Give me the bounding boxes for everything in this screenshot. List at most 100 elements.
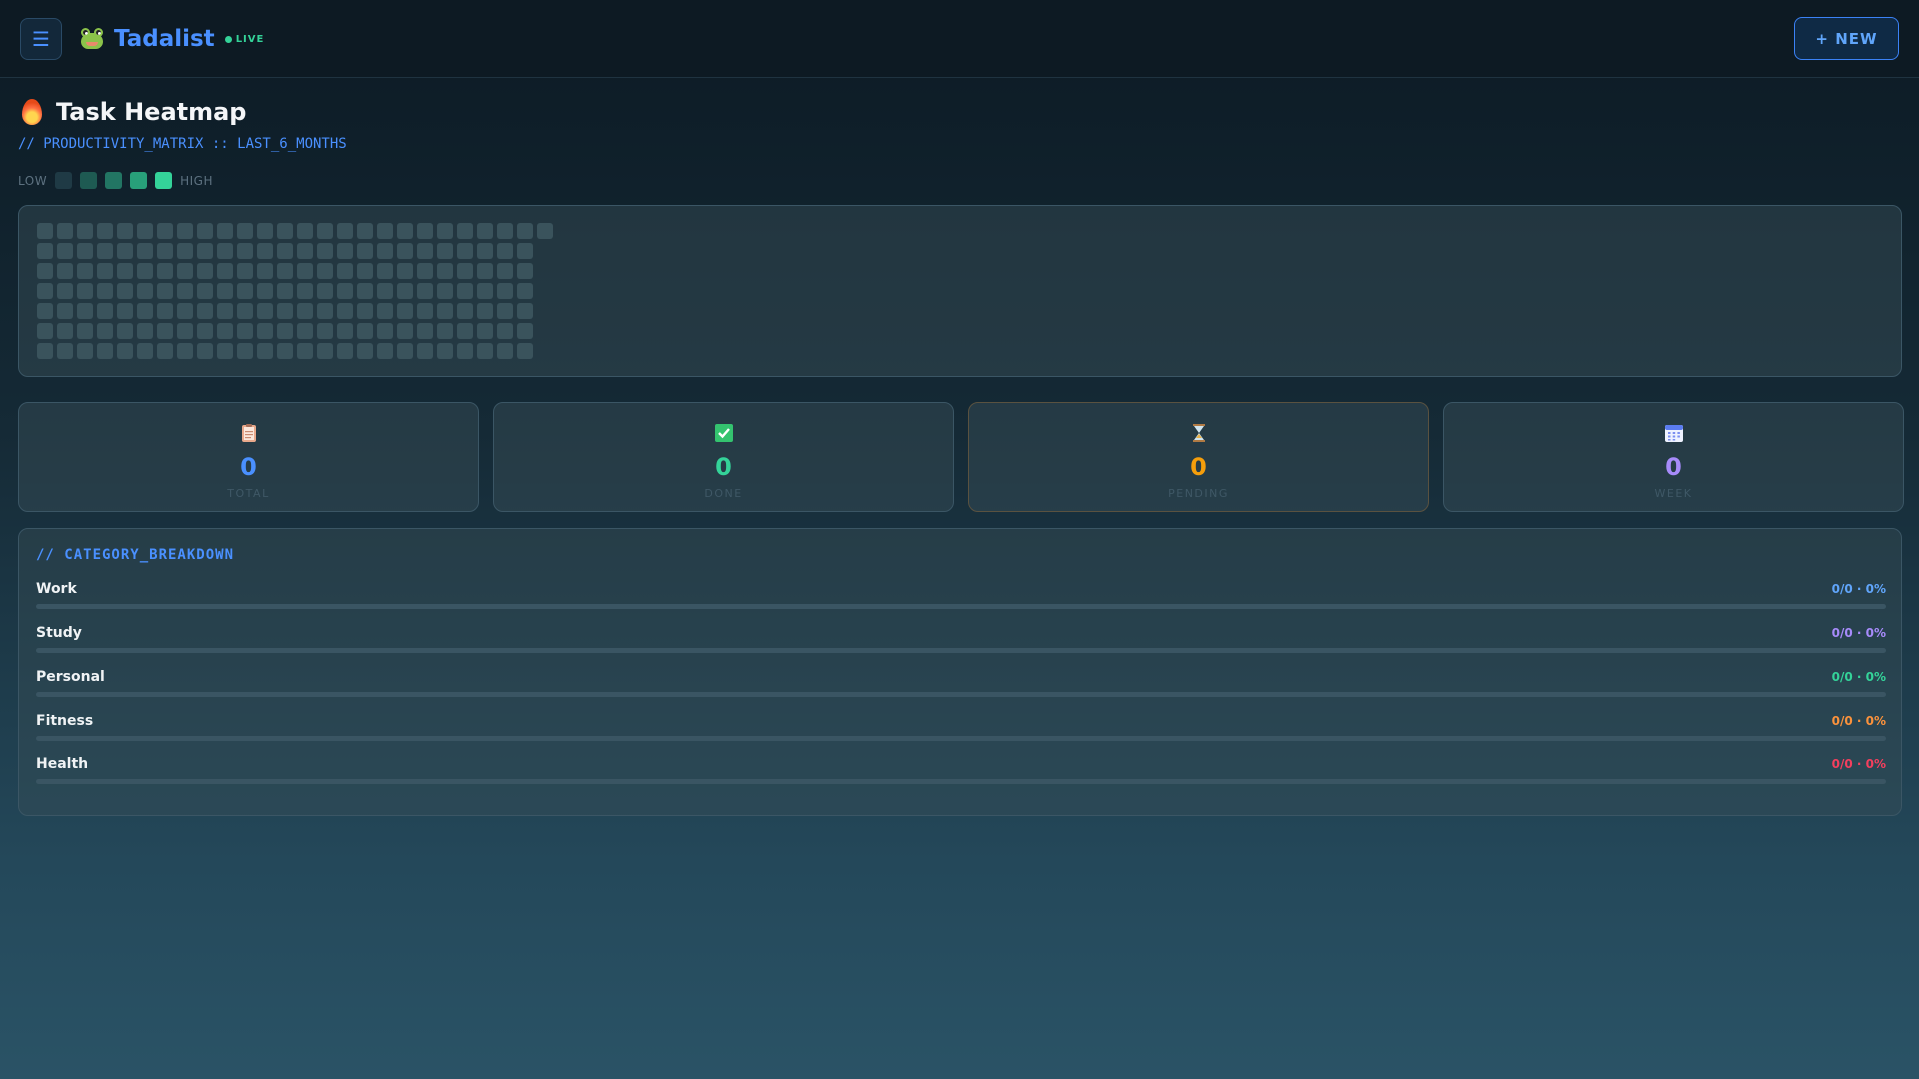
category-row-study: Study 0/0 · 0% — [36, 625, 1886, 665]
heatmap-cell — [257, 323, 273, 339]
heatmap-cell — [417, 263, 433, 279]
brand[interactable]: Tadalist LIVE — [80, 22, 264, 56]
legend-swatch — [105, 172, 123, 189]
heatmap-cell — [477, 263, 493, 279]
heatmap-cell — [97, 283, 113, 299]
heatmap-cell — [197, 343, 213, 359]
heatmap-cell — [437, 323, 453, 339]
heatmap-cell — [157, 303, 173, 319]
brand-name: Tadalist — [114, 26, 215, 52]
legend-low-label: LOW — [18, 173, 48, 188]
heatmap-cell — [457, 223, 473, 239]
heatmap-cell — [37, 323, 53, 339]
heatmap-cell — [197, 243, 213, 259]
category-stat: 0/0 · 0% — [1831, 714, 1886, 728]
heatmap-cell — [77, 343, 93, 359]
category-breakdown-panel: // CATEGORY_BREAKDOWN Work 0/0 · 0% Stud… — [18, 528, 1902, 816]
heatmap-cell — [437, 343, 453, 359]
heatmap-cell — [257, 243, 273, 259]
heatmap-cell — [257, 263, 273, 279]
heatmap-cell — [217, 263, 233, 279]
heatmap-cell — [417, 323, 433, 339]
heatmap-cell — [477, 243, 493, 259]
stat-value-done: 0 — [715, 453, 732, 481]
heatmap-cell — [497, 263, 513, 279]
legend-swatch — [55, 172, 73, 189]
heatmap-cell — [377, 223, 393, 239]
stat-label-week: WEEK — [1654, 487, 1693, 500]
heatmap-cell — [297, 223, 313, 239]
heatmap-cell — [317, 223, 333, 239]
heatmap-cell — [497, 303, 513, 319]
category-stat: 0/0 · 0% — [1831, 757, 1886, 771]
heatmap-cell — [237, 283, 253, 299]
heatmap-cell — [237, 263, 253, 279]
page-title: Task Heatmap — [22, 98, 247, 126]
heatmap-cell — [357, 243, 373, 259]
heatmap-cell — [497, 323, 513, 339]
heatmap-cell — [97, 243, 113, 259]
heatmap-cell — [517, 283, 533, 299]
heatmap-cell — [197, 323, 213, 339]
stat-label-total: TOTAL — [227, 487, 270, 500]
heatmap-cell — [177, 263, 193, 279]
legend-swatch — [80, 172, 98, 189]
category-row-health: Health 0/0 · 0% — [36, 756, 1886, 796]
live-badge: LIVE — [224, 34, 265, 45]
heatmap-legend: LOW HIGH — [18, 172, 213, 189]
heatmap-cell — [397, 303, 413, 319]
category-stat: 0/0 · 0% — [1831, 626, 1886, 640]
heatmap-cell — [217, 323, 233, 339]
heatmap-cell — [297, 303, 313, 319]
hamburger-icon: ☰ — [32, 27, 50, 51]
frog-logo-icon — [80, 28, 104, 50]
category-progress-track — [36, 604, 1886, 609]
heatmap-cell — [357, 263, 373, 279]
heatmap-cell — [457, 283, 473, 299]
heatmap-cell — [37, 263, 53, 279]
heatmap-cell — [317, 263, 333, 279]
heatmap-cell — [137, 223, 153, 239]
heatmap-cell — [337, 263, 353, 279]
heatmap-cell — [337, 243, 353, 259]
heatmap-cell — [317, 343, 333, 359]
heatmap-cell — [137, 283, 153, 299]
heatmap-cell — [237, 303, 253, 319]
heatmap-cell — [217, 223, 233, 239]
heatmap-cell — [517, 243, 533, 259]
heatmap-cell — [217, 283, 233, 299]
heatmap-cell — [477, 323, 493, 339]
heatmap-cell — [437, 283, 453, 299]
heatmap-cell — [297, 263, 313, 279]
check-box-icon — [714, 424, 733, 442]
heatmap-cell — [517, 323, 533, 339]
heatmap-cell — [277, 303, 293, 319]
hamburger-menu-button[interactable]: ☰ — [20, 18, 62, 60]
heatmap-cell — [397, 323, 413, 339]
stat-value-week: 0 — [1665, 453, 1682, 481]
heatmap-cell — [177, 343, 193, 359]
heatmap-cell — [277, 343, 293, 359]
heatmap-cell — [337, 323, 353, 339]
heatmap-cell — [177, 303, 193, 319]
heatmap-cell — [397, 343, 413, 359]
heatmap-cell — [417, 303, 433, 319]
stat-card-total: 0 TOTAL — [18, 402, 479, 512]
heatmap-cell — [177, 223, 193, 239]
heatmap-cell — [357, 223, 373, 239]
heatmap-cell — [117, 243, 133, 259]
heatmap-cell — [57, 243, 73, 259]
heatmap-cell — [117, 303, 133, 319]
heatmap-cell — [97, 303, 113, 319]
category-breakdown-heading: // CATEGORY_BREAKDOWN — [36, 547, 235, 563]
heatmap-cell — [217, 303, 233, 319]
heatmap-cell — [57, 223, 73, 239]
heatmap-cell — [397, 263, 413, 279]
new-task-button[interactable]: + NEW — [1794, 17, 1899, 60]
heatmap-cell — [397, 243, 413, 259]
heatmap-cell — [497, 243, 513, 259]
stat-label-pending: PENDING — [1168, 487, 1229, 500]
fire-icon — [22, 99, 42, 125]
heatmap-cell — [237, 323, 253, 339]
heatmap-cell — [457, 303, 473, 319]
